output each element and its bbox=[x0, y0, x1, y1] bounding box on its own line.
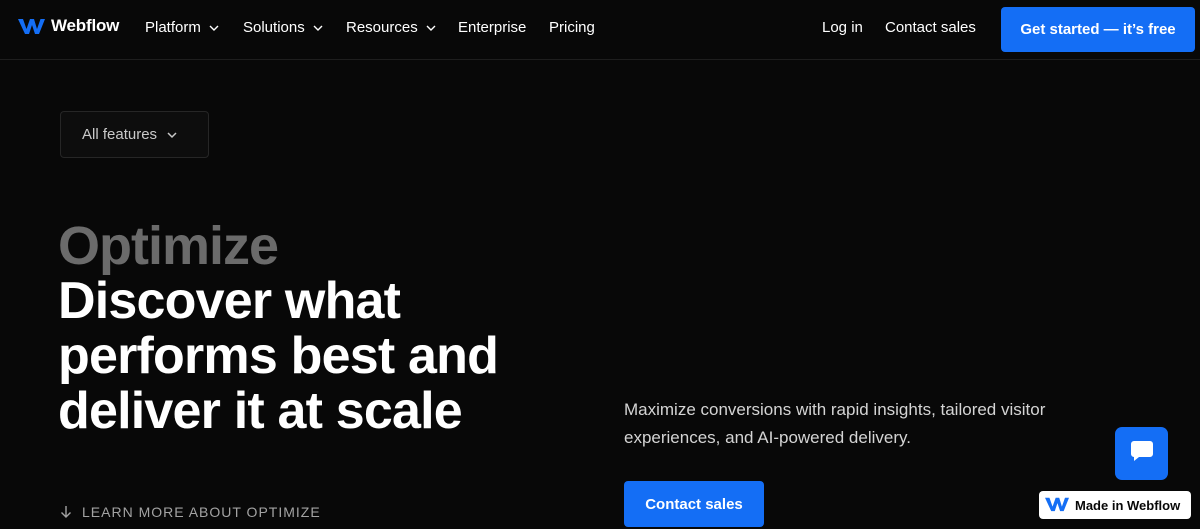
nav-platform[interactable]: Platform bbox=[145, 19, 219, 36]
learn-more-label: LEARN MORE ABOUT OPTIMIZE bbox=[82, 504, 321, 520]
webflow-logo-icon bbox=[1045, 496, 1069, 515]
hero-headline: Discover what performs best and deliver … bbox=[58, 272, 499, 440]
top-nav: Webflow Platform Solutions Resources Ent… bbox=[0, 0, 1200, 60]
logo-wordmark: Webflow bbox=[51, 16, 120, 35]
contact-sales-link[interactable]: Contact sales bbox=[885, 19, 976, 36]
nav-solutions[interactable]: Solutions bbox=[243, 19, 323, 36]
login-label: Log in bbox=[822, 19, 863, 36]
nav-label: Enterprise bbox=[458, 19, 527, 36]
badge-label: Made in Webflow bbox=[1075, 497, 1181, 513]
nav-resources[interactable]: Resources bbox=[346, 19, 436, 36]
page: Webflow Platform Solutions Resources Ent… bbox=[0, 0, 1200, 529]
hero-eyebrow: Optimize bbox=[58, 216, 279, 276]
chevron-down-icon bbox=[167, 130, 177, 140]
get-started-button[interactable]: Get started — it’s free bbox=[1001, 7, 1195, 52]
all-features-label: All features bbox=[82, 126, 158, 143]
chevron-down-icon bbox=[313, 23, 323, 33]
webflow-logo-icon bbox=[18, 17, 45, 35]
chat-widget-button[interactable] bbox=[1115, 427, 1168, 480]
contact-sales-label: Contact sales bbox=[885, 19, 976, 36]
arrow-down-icon bbox=[60, 505, 72, 519]
nav-label: Platform bbox=[145, 19, 201, 36]
chat-bubble-icon bbox=[1130, 440, 1154, 467]
nav-label: Pricing bbox=[549, 19, 595, 36]
learn-more-link[interactable]: LEARN MORE ABOUT OPTIMIZE bbox=[60, 504, 321, 520]
hero-description: Maximize conversions with rapid insights… bbox=[624, 400, 1046, 447]
nav-label: Solutions bbox=[243, 19, 305, 36]
all-features-dropdown[interactable]: All features bbox=[60, 111, 209, 158]
webflow-logo[interactable]: Webflow bbox=[18, 16, 119, 36]
nav-enterprise[interactable]: Enterprise bbox=[458, 19, 526, 36]
contact-sales-button[interactable]: Contact sales bbox=[624, 481, 764, 527]
chevron-down-icon bbox=[426, 23, 436, 33]
made-in-webflow-badge[interactable]: Made in Webflow bbox=[1039, 491, 1191, 519]
chevron-down-icon bbox=[209, 23, 219, 33]
login-link[interactable]: Log in bbox=[822, 19, 863, 36]
nav-label: Resources bbox=[346, 19, 418, 36]
nav-pricing[interactable]: Pricing bbox=[549, 19, 595, 36]
